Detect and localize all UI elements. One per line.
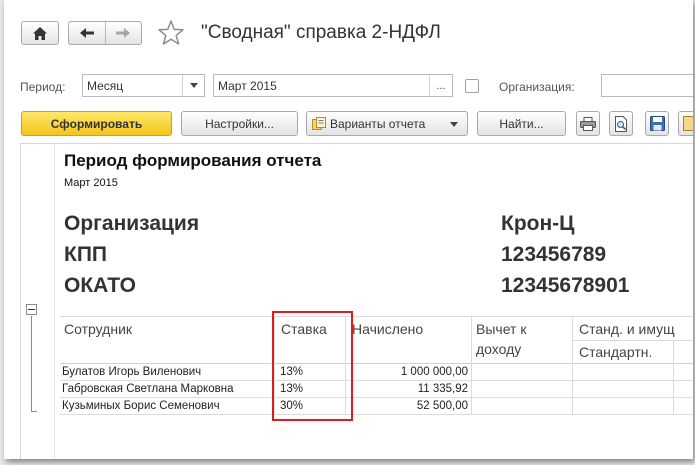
arrow-right-icon — [116, 28, 131, 38]
dropdown-button[interactable] — [182, 75, 204, 96]
period-type-select[interactable]: Месяц — [82, 74, 205, 97]
period-label: Период: — [20, 80, 66, 94]
grouping-gutter — [23, 144, 55, 459]
organization-checkbox[interactable] — [465, 79, 479, 93]
table-column-border — [471, 316, 472, 414]
more-actions-button[interactable] — [678, 111, 693, 136]
period-type-value: Месяц — [87, 78, 124, 93]
kpp-value: 123456789 — [501, 243, 607, 266]
table-header-bottom-border — [60, 363, 693, 364]
report-variants-icon — [312, 117, 326, 130]
find-button[interactable]: Найти... — [477, 111, 566, 136]
save-button[interactable] — [645, 111, 669, 136]
window-title: "Сводная" справка 2-НДФЛ — [201, 22, 441, 43]
report-period-heading: Период формирования отчета — [64, 151, 322, 170]
settings-button[interactable]: Настройки... — [181, 111, 298, 136]
column-header-deduction-line2: доходу — [476, 341, 522, 357]
okato-value: 12345678901 — [501, 274, 630, 297]
forward-button[interactable] — [104, 22, 141, 44]
table-header-top-border — [60, 316, 693, 317]
document-icon — [683, 116, 693, 131]
report-variants-button[interactable]: Варианты отчета — [306, 111, 468, 136]
history-nav — [68, 21, 142, 45]
column-header-deduction-line1: Вычет к — [476, 321, 527, 337]
print-preview-icon — [615, 115, 627, 132]
table-column-border — [673, 340, 674, 414]
generate-button[interactable]: Сформировать — [21, 111, 172, 136]
home-button[interactable] — [21, 21, 59, 45]
save-disk-icon — [649, 116, 665, 131]
period-choose-button[interactable]: ... — [429, 75, 452, 96]
column-header-standard-group: Станд. и имущ — [579, 321, 675, 337]
table-row-border — [60, 380, 693, 381]
row-accrued: 52 500,00 — [416, 400, 468, 412]
row-employee-name: Габровская Светлана Марковна — [62, 383, 234, 395]
favorite-star-icon[interactable] — [157, 19, 185, 47]
collapse-group-toggle[interactable] — [26, 304, 37, 315]
report-period-value: Март 2015 — [64, 177, 118, 189]
table-subheader-border — [572, 340, 693, 341]
organization-heading-value: Крон-Ц — [501, 212, 575, 235]
group-bracket — [31, 316, 37, 412]
row-accrued: 1 000 000,00 — [400, 366, 468, 378]
chevron-down-icon — [189, 83, 198, 88]
organization-heading-label: Организация — [64, 212, 200, 235]
arrow-left-icon — [79, 28, 94, 38]
organization-field[interactable] — [601, 74, 693, 97]
table-column-border — [572, 316, 573, 414]
organization-label: Организация: — [499, 80, 575, 94]
row-accrued: 11 335,92 — [417, 383, 468, 395]
chevron-down-icon — [450, 122, 458, 127]
column-header-employee: Сотрудник — [64, 321, 133, 337]
period-value: Март 2015 — [218, 78, 277, 93]
preview-button[interactable] — [609, 111, 633, 136]
print-button[interactable] — [576, 111, 600, 136]
row-employee-name: Кузьминых Борис Семенович — [62, 400, 220, 412]
table-row-border — [60, 414, 693, 415]
okato-label: ОКАТО — [64, 274, 136, 297]
period-value-field[interactable]: Март 2015 ... — [213, 74, 453, 97]
table-row-border — [60, 397, 693, 398]
report-variants-label: Варианты отчета — [330, 116, 426, 131]
kpp-label: КПП — [64, 243, 108, 266]
row-employee-name: Булатов Игорь Виленович — [62, 366, 202, 378]
printer-icon — [580, 116, 596, 131]
back-button[interactable] — [69, 22, 105, 44]
rate-column-highlight — [272, 311, 353, 421]
column-header-accrued: Начислено — [352, 321, 424, 337]
report-window: "Сводная" справка 2-НДФЛ Период: Месяц М… — [4, 0, 693, 459]
column-header-standard-sub: Стандартн. — [579, 344, 653, 360]
home-icon — [33, 26, 47, 40]
